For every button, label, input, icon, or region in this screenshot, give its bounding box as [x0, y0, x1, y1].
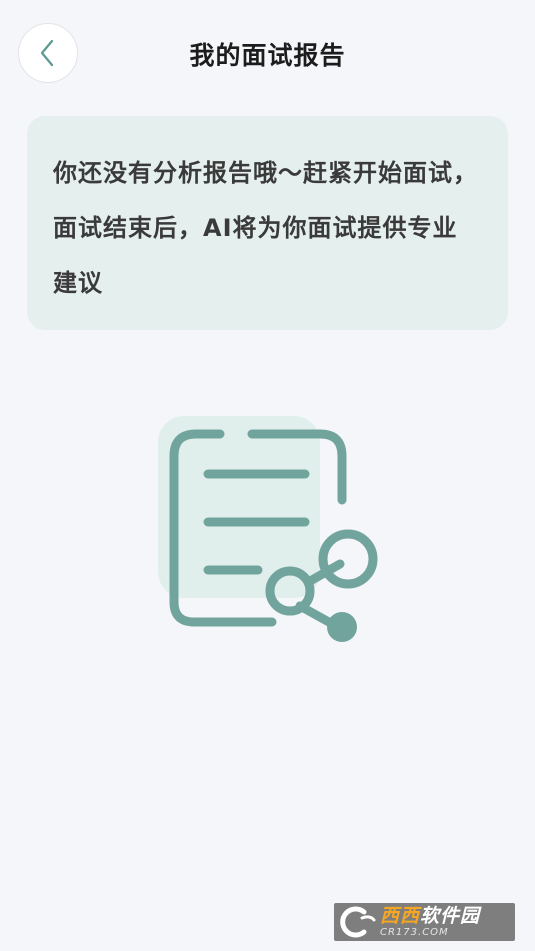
watermark-url: CR173.COM	[380, 926, 449, 938]
empty-report-notice: 你还没有分析报告哦～赶紧开始面试，面试结束后，AI将为你面试提供专业建议	[27, 116, 508, 330]
report-share-icon	[158, 416, 378, 642]
watermark-text: 西西软件园 CR173.COM	[380, 904, 481, 938]
notice-text: 你还没有分析报告哦～赶紧开始面试，面试结束后，AI将为你面试提供专业建议	[53, 159, 478, 297]
watermark: 西西软件园 CR173.COM	[334, 903, 515, 941]
watermark-logo-icon	[340, 906, 376, 938]
page-title: 我的面试报告	[189, 41, 346, 70]
header: 我的面试报告	[0, 0, 535, 106]
watermark-brand: 西西软件园	[380, 904, 481, 927]
